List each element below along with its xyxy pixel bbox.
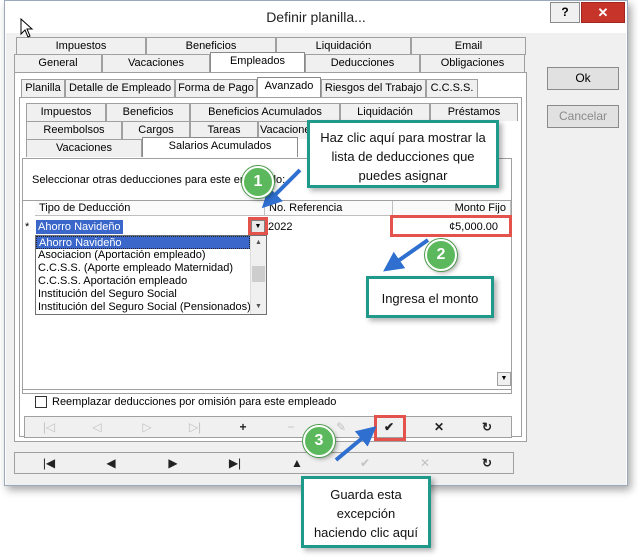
outer-navigator: |◀ ◀ ▶ ▶| ▲ ✔ ✕ ↻ — [14, 452, 514, 474]
tab-vacaciones[interactable]: Vacaciones — [102, 54, 210, 72]
list-item[interactable]: Asociacion (Aportación empleado) — [36, 249, 250, 262]
step-badge-3: 3 — [303, 425, 335, 457]
mouse-cursor-icon — [20, 18, 34, 38]
cancel-outer-icon[interactable]: ✕ — [401, 453, 449, 473]
scroll-up-icon[interactable]: ▲ — [251, 236, 266, 250]
tab-planilla[interactable]: Planilla — [21, 79, 65, 97]
post-outer-icon[interactable]: ✔ — [341, 453, 389, 473]
last-record-icon[interactable]: ▷| — [171, 417, 219, 437]
add-record-icon[interactable]: + — [219, 417, 267, 437]
close-button[interactable]: ✕ — [581, 2, 625, 23]
deduction-dropdown-list: Ahorro Navideño Asociacion (Aportación e… — [35, 235, 267, 315]
list-item[interactable]: C.C.S.S. (Aporte empleado Maternidad) — [36, 262, 250, 275]
tab-vacaciones-sub2[interactable]: Vacaciones — [26, 139, 142, 157]
tab-impuestos-sub[interactable]: Impuestos — [26, 103, 106, 121]
window-title: Definir planilla... — [266, 9, 366, 25]
step-badge-1: 1 — [242, 166, 274, 198]
prev-record-icon[interactable]: ◁ — [73, 417, 121, 437]
tab-detalle-empleado[interactable]: Detalle de Empleado — [65, 79, 175, 97]
tab-empleados[interactable]: Empleados — [210, 52, 305, 72]
tab-impuestos-top[interactable]: Impuestos — [16, 37, 146, 55]
title-bar: Definir planilla... ? ✕ — [5, 1, 627, 33]
tab-salarios-acumulados[interactable]: Salarios Acumulados — [142, 137, 298, 157]
list-item[interactable]: Institución del Seguro Social — [36, 288, 250, 301]
tab-beneficios-sub[interactable]: Beneficios — [106, 103, 190, 121]
replace-defaults-label: Reemplazar deducciones por omisión para … — [52, 396, 337, 408]
replace-defaults-checkbox[interactable] — [35, 396, 47, 408]
tab-email[interactable]: Email — [411, 37, 526, 55]
first-record-outer-icon[interactable]: |◀ — [25, 453, 73, 473]
prev-record-outer-icon[interactable]: ◀ — [87, 453, 135, 473]
dropdown-highlight — [248, 217, 268, 235]
tipo-deduccion-cell[interactable]: Ahorro Navideño — [36, 220, 123, 234]
referencia-cell[interactable]: 2022 — [268, 220, 292, 234]
next-record-outer-icon[interactable]: ▶ — [149, 453, 197, 473]
list-item[interactable]: Ahorro Navideño — [36, 236, 250, 249]
inner-navigator: |◁ ◁ ▷ ▷| + − ✎ ✔ ✕ ↻ — [24, 416, 512, 438]
scroll-down-icon[interactable]: ▼ — [251, 300, 266, 314]
callout-save: Guarda esta excepción haciendo clic aquí — [301, 476, 431, 548]
tab-beneficios-acumulados[interactable]: Beneficios Acumulados — [190, 103, 340, 121]
save-highlight — [374, 415, 406, 441]
callout-dropdown: Haz clic aquí para mostrar la lista de d… — [307, 120, 499, 188]
tab-obligaciones[interactable]: Obligaciones — [420, 54, 525, 72]
tab-avanzado[interactable]: Avanzado — [257, 77, 321, 97]
refresh-icon[interactable]: ↻ — [463, 417, 511, 437]
tab-riesgos-trabajo[interactable]: Riesgos del Trabajo — [321, 79, 426, 97]
cancel-edit-icon[interactable]: ✕ — [415, 417, 463, 437]
tab-reembolsos[interactable]: Reembolsos — [26, 121, 122, 139]
step-badge-2: 2 — [425, 239, 457, 271]
tab-prestamos[interactable]: Préstamos — [430, 103, 518, 121]
col-referencia[interactable]: No. Referencia — [265, 201, 393, 216]
monto-highlight — [390, 215, 512, 237]
col-tipo-deduccion[interactable]: Tipo de Deducción — [35, 201, 265, 216]
tab-deducciones[interactable]: Deducciones — [305, 54, 420, 72]
scroll-thumb[interactable] — [252, 266, 265, 282]
help-button[interactable]: ? — [550, 2, 580, 23]
first-record-icon[interactable]: |◁ — [25, 417, 73, 437]
callout-monto: Ingresa el monto — [366, 276, 494, 318]
row-marker: * — [25, 221, 30, 233]
tab-general[interactable]: General — [14, 54, 102, 72]
tab-liquidacion-sub[interactable]: Liquidación — [340, 103, 430, 121]
grid-scroll-down-icon[interactable]: ▼ — [497, 372, 511, 386]
list-scrollbar[interactable]: ▲ ▼ — [250, 236, 266, 314]
list-item[interactable]: C.C.S.S. Aportación empleado — [36, 275, 250, 288]
next-record-icon[interactable]: ▷ — [123, 417, 171, 437]
col-monto-fijo[interactable]: Monto Fijo — [393, 201, 511, 216]
list-item[interactable]: Institución del Seguro Social (Pensionad… — [36, 301, 250, 314]
cancel-button[interactable]: Cancelar — [547, 105, 619, 128]
refresh-outer-icon[interactable]: ↻ — [463, 453, 511, 473]
tab-ccss[interactable]: C.C.S.S. — [426, 79, 478, 97]
last-record-outer-icon[interactable]: ▶| — [211, 453, 259, 473]
ok-button[interactable]: Ok — [547, 67, 619, 90]
tab-forma-pago[interactable]: Forma de Pago — [175, 79, 257, 97]
